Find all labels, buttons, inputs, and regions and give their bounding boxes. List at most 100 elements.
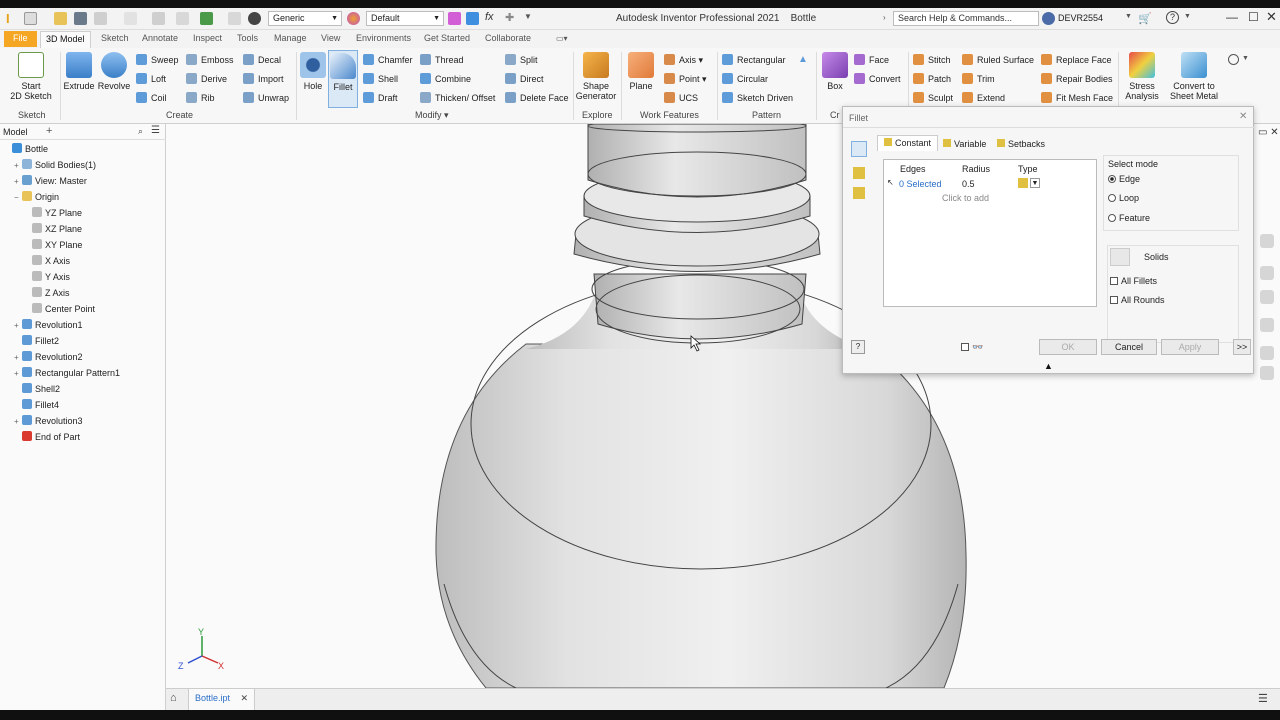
ribbon-options-icon[interactable]: ▭▾	[556, 34, 568, 43]
user-menu-chevron-icon[interactable]: ▼	[1125, 13, 1132, 20]
circular-pattern-button[interactable]: Circular	[722, 73, 768, 86]
help-button[interactable]: ?	[851, 340, 865, 354]
ribbon-more-icon[interactable]	[1228, 54, 1239, 65]
edge-fillet-mode-icon[interactable]	[851, 141, 867, 157]
start-sketch-button[interactable]: Start 2D Sketch	[8, 52, 54, 101]
ruled-surface-button[interactable]: Ruled Surface	[962, 54, 1034, 67]
browser-item[interactable]: YZ Plane	[0, 205, 82, 221]
undo-icon[interactable]	[94, 12, 107, 25]
replace-face-button[interactable]: Replace Face	[1041, 54, 1112, 67]
tab-setbacks[interactable]: Setbacks	[993, 137, 1049, 151]
tabs-menu-icon[interactable]: ☰	[1258, 692, 1268, 705]
tab-view[interactable]: View	[321, 33, 340, 43]
sweep-button[interactable]: Sweep	[136, 54, 179, 67]
tab-variable[interactable]: Variable	[939, 137, 990, 151]
preview-checkbox[interactable]: 👓	[961, 342, 983, 353]
cart-icon[interactable]: 🛒	[1138, 12, 1152, 25]
pan-icon[interactable]	[1260, 266, 1274, 280]
delete-face-button[interactable]: Delete Face	[505, 92, 569, 105]
radius-value[interactable]: 0.5	[962, 179, 975, 189]
all-fillets-checkbox[interactable]: All Fillets	[1110, 276, 1157, 286]
decal-button[interactable]: Decal	[243, 54, 281, 67]
rectangular-pattern-button[interactable]: Rectangular	[722, 54, 786, 67]
full-round-fillet-mode-icon[interactable]	[853, 187, 865, 199]
mode-loop-radio[interactable]: Loop	[1108, 193, 1139, 203]
fillet-type-icon[interactable]	[1018, 178, 1028, 188]
plane-button[interactable]: Plane	[624, 52, 658, 91]
navigation-more-icon[interactable]	[1260, 366, 1274, 380]
browser-item[interactable]: + Revolution3	[0, 413, 83, 429]
tab-constant[interactable]: Constant	[877, 135, 939, 151]
shape-generator-button[interactable]: Shape Generator	[574, 52, 618, 101]
mode-edge-radio[interactable]: Edge	[1108, 174, 1140, 184]
ribbon-more-chevron-icon[interactable]: ▼	[1242, 55, 1249, 62]
expand-toggle-icon[interactable]: −	[14, 190, 22, 206]
solids-select-button[interactable]	[1110, 248, 1130, 266]
browser-item[interactable]: XZ Plane	[0, 221, 82, 237]
window-close-icon[interactable]: ▭ ✕	[1258, 127, 1279, 138]
browser-item[interactable]: XY Plane	[0, 237, 82, 253]
browser-item[interactable]: + View: Master	[0, 173, 87, 189]
sketch-driven-pattern-button[interactable]: Sketch Driven	[722, 92, 793, 105]
unwrap-button[interactable]: Unwrap	[243, 92, 289, 105]
orbit-icon[interactable]	[1260, 318, 1274, 332]
apply-button[interactable]: Apply	[1161, 339, 1219, 355]
home-icon[interactable]	[152, 12, 165, 25]
more-options-button[interactable]: >>	[1233, 339, 1251, 355]
stitch-button[interactable]: Stitch	[913, 54, 951, 67]
thread-button[interactable]: Thread	[420, 54, 464, 67]
stress-analysis-button[interactable]: Stress Analysis	[1122, 52, 1162, 101]
derive-button[interactable]: Derive	[186, 73, 227, 86]
point-button[interactable]: Point ▾	[664, 73, 707, 86]
expand-toggle-icon[interactable]: +	[14, 318, 22, 334]
home-tab-icon[interactable]: ⌂	[170, 692, 177, 704]
box-button[interactable]: Box	[819, 52, 851, 91]
convert-sheet-metal-button[interactable]: Convert to Sheet Metal	[1166, 52, 1222, 101]
face-fillet-mode-icon[interactable]	[853, 167, 865, 179]
browser-item[interactable]: Fillet4	[0, 397, 59, 413]
tab-3d-model[interactable]: 3D Model	[40, 31, 91, 48]
shell-button[interactable]: Shell	[363, 73, 398, 86]
doc-tab-bottle[interactable]: Bottle.ipt ✕	[188, 689, 256, 710]
browser-item[interactable]: − Origin	[0, 189, 59, 205]
expand-toggle-icon[interactable]: +	[14, 174, 22, 190]
tab-file[interactable]: File	[4, 31, 37, 47]
save-icon[interactable]	[74, 12, 87, 25]
select-icon[interactable]	[200, 12, 213, 25]
loft-button[interactable]: Loft	[136, 73, 166, 86]
browser-item[interactable]: Bottle	[0, 141, 48, 157]
convert-button[interactable]: Convert	[854, 73, 901, 86]
maximize-icon[interactable]: ☐	[1248, 10, 1259, 24]
tab-sketch[interactable]: Sketch	[101, 33, 129, 43]
hole-button[interactable]: Hole	[299, 52, 327, 91]
split-button[interactable]: Split	[505, 54, 538, 67]
draft-button[interactable]: Draft	[363, 92, 398, 105]
trim-button[interactable]: Trim	[962, 73, 995, 86]
face-button[interactable]: Face	[854, 54, 889, 67]
appearance-select[interactable]: Generic ▼	[268, 11, 342, 26]
import-button[interactable]: Import	[243, 73, 284, 86]
clear-override-icon[interactable]	[466, 12, 479, 25]
close-tab-icon[interactable]: ✕	[241, 693, 249, 703]
add-browser-tab-icon[interactable]: +	[46, 125, 52, 137]
mode-feature-radio[interactable]: Feature	[1108, 213, 1150, 223]
tab-annotate[interactable]: Annotate	[142, 33, 178, 43]
help-icon[interactable]: ?	[1166, 11, 1179, 24]
browser-item[interactable]: Center Point	[0, 301, 95, 317]
repair-bodies-button[interactable]: Repair Bodies	[1041, 73, 1113, 86]
expand-toggle-icon[interactable]: +	[14, 414, 22, 430]
look-at-icon[interactable]	[1260, 346, 1274, 360]
user-name[interactable]: DEVR2554	[1058, 13, 1103, 23]
fillet-button[interactable]: Fillet	[328, 50, 358, 108]
chamfer-button[interactable]: Chamfer	[363, 54, 413, 67]
browser-item[interactable]: Fillet2	[0, 333, 59, 349]
axis-button[interactable]: Axis ▾	[664, 54, 703, 67]
minimize-icon[interactable]: —	[1226, 10, 1238, 24]
group-label-modify[interactable]: Modify ▾	[415, 110, 449, 121]
tab-get-started[interactable]: Get Started	[424, 33, 470, 43]
tab-collaborate[interactable]: Collaborate	[485, 33, 531, 43]
emboss-button[interactable]: Emboss	[186, 54, 234, 67]
color-override-icon[interactable]	[248, 12, 261, 25]
tab-environments[interactable]: Environments	[356, 33, 411, 43]
ok-button[interactable]: OK	[1039, 339, 1097, 355]
